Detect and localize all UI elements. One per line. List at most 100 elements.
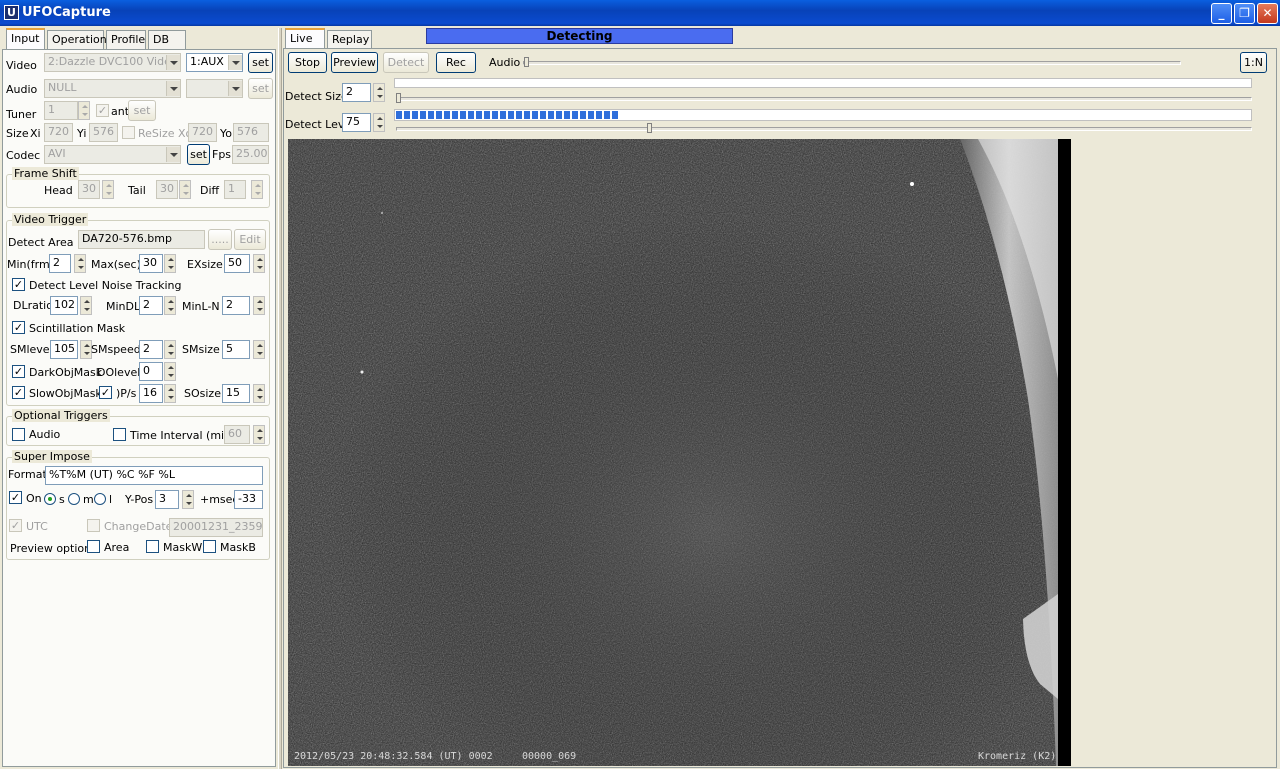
diff-stepper[interactable] [251, 180, 263, 199]
tab-replay[interactable]: Replay [327, 30, 372, 50]
utc-checkbox[interactable]: ✓ [9, 519, 22, 532]
detect-lev-field[interactable]: 75 [342, 113, 371, 132]
sosize-stepper[interactable] [253, 384, 265, 403]
detect-size-field[interactable]: 2 [342, 83, 371, 102]
exsize-stepper[interactable] [253, 254, 265, 273]
audio-trigger-checkbox[interactable] [12, 428, 25, 441]
slowobj-ps-checkbox[interactable]: ✓ [99, 386, 112, 399]
time-interval-checkbox[interactable] [113, 428, 126, 441]
superimpose-on-checkbox[interactable]: ✓ [9, 491, 22, 504]
detect-area-field[interactable]: DA720-576.bmp [78, 230, 205, 249]
video-device-select[interactable]: 2:Dazzle DVC100 Video [44, 53, 181, 72]
max-sec-field[interactable]: 30 [139, 254, 163, 273]
rec-button[interactable]: Rec [436, 52, 476, 73]
xo-field[interactable]: 720 [188, 123, 217, 142]
minln-stepper[interactable] [253, 296, 265, 315]
codec-select[interactable]: AVI [44, 145, 181, 164]
smspeed-field[interactable]: 2 [139, 340, 163, 359]
tab-db[interactable]: DB [148, 30, 186, 50]
diff-field[interactable]: 1 [224, 180, 246, 199]
yi-field[interactable]: 576 [89, 123, 118, 142]
tuner-stepper[interactable] [78, 101, 90, 120]
xi-field[interactable]: 720 [44, 123, 73, 142]
detect-size-slider-thumb[interactable] [396, 93, 401, 103]
fps-field[interactable]: 25.00 [232, 145, 269, 164]
codec-set-button[interactable]: set [187, 144, 210, 165]
slowobj-mask-checkbox[interactable]: ✓ [12, 386, 25, 399]
max-sec-stepper[interactable] [164, 254, 176, 273]
min-frm-stepper[interactable] [74, 254, 86, 273]
ant-checkbox[interactable]: ✓ [96, 104, 109, 117]
chevron-down-icon[interactable] [228, 55, 242, 70]
maskb-checkbox[interactable] [203, 540, 216, 553]
radio-s[interactable] [44, 493, 56, 505]
ps-stepper[interactable] [164, 384, 176, 403]
audio-device-select[interactable]: NULL [44, 79, 181, 98]
tab-live[interactable]: Live [285, 28, 325, 50]
radio-m[interactable] [68, 493, 80, 505]
minln-field[interactable]: 2 [222, 296, 250, 315]
splitter[interactable] [278, 28, 282, 769]
smsize-field[interactable]: 5 [222, 340, 250, 359]
detect-size-stepper[interactable] [373, 83, 385, 102]
detect-lev-slider-thumb[interactable] [647, 123, 652, 133]
exsize-field[interactable]: 50 [224, 254, 250, 273]
audio-set-button[interactable]: set [248, 78, 273, 99]
time-interval-stepper[interactable] [253, 425, 265, 444]
close-icon[interactable]: ✕ [1257, 3, 1278, 24]
dolevel-stepper[interactable] [164, 362, 176, 381]
tab-input[interactable]: Input [6, 28, 45, 50]
mindl-stepper[interactable] [164, 296, 176, 315]
head-field[interactable]: 30 [78, 180, 100, 199]
video-set-button[interactable]: set [248, 52, 273, 73]
resize-checkbox[interactable] [122, 126, 135, 139]
yo-field[interactable]: 576 [233, 123, 269, 142]
chevron-down-icon[interactable] [228, 81, 242, 96]
detect-size-slider-track[interactable] [396, 97, 1252, 101]
time-interval-field[interactable]: 60 [224, 425, 250, 444]
smsize-stepper[interactable] [253, 340, 265, 359]
chevron-down-icon[interactable] [166, 55, 180, 70]
video-preview[interactable]: 2012/05/23 20:48:32.584 (UT) 0002 00000_… [288, 139, 1071, 766]
tuner-field[interactable]: 1 [44, 101, 78, 120]
tuner-set-button[interactable]: set [128, 100, 156, 121]
radio-l[interactable] [94, 493, 106, 505]
chevron-down-icon[interactable] [166, 81, 180, 96]
audio-slider-track[interactable] [523, 61, 1181, 65]
sosize-field[interactable]: 15 [222, 384, 250, 403]
detect-area-browse-button[interactable]: ..... [208, 229, 232, 250]
detect-area-edit-button[interactable]: Edit [234, 229, 266, 250]
smlevel-field[interactable]: 105 [50, 340, 78, 359]
darkobj-mask-checkbox[interactable]: ✓ [12, 365, 25, 378]
chevron-down-icon[interactable] [166, 147, 180, 162]
tail-stepper[interactable] [179, 180, 191, 199]
changedate-field[interactable]: 20001231_23595 [169, 518, 263, 537]
stop-button[interactable]: Stop [288, 52, 327, 73]
maximize-icon[interactable]: ❐ [1234, 3, 1255, 24]
detect-button[interactable]: Detect [383, 52, 429, 73]
detect-lev-slider-track[interactable] [396, 127, 1252, 131]
scintillation-mask-checkbox[interactable]: ✓ [12, 321, 25, 334]
ratio-button[interactable]: 1:N [1240, 52, 1267, 73]
tab-profile[interactable]: Profile [106, 30, 146, 50]
area-checkbox[interactable] [87, 540, 100, 553]
audio-slider-thumb[interactable] [524, 57, 529, 67]
ps-field[interactable]: 16 [139, 384, 163, 403]
ypos-stepper[interactable] [182, 490, 194, 509]
mindl-field[interactable]: 2 [139, 296, 163, 315]
tab-operation[interactable]: Operation [47, 30, 107, 50]
msec-field[interactable]: -33 [234, 490, 263, 509]
head-stepper[interactable] [102, 180, 114, 199]
preview-button[interactable]: Preview [331, 52, 378, 73]
dolevel-field[interactable]: 0 [139, 362, 163, 381]
detect-lev-stepper[interactable] [373, 113, 385, 132]
dlratio-stepper[interactable] [80, 296, 92, 315]
min-frm-field[interactable]: 2 [49, 254, 71, 273]
maskw-checkbox[interactable] [146, 540, 159, 553]
ypos-field[interactable]: 3 [155, 490, 179, 509]
minimize-icon[interactable]: _ [1211, 3, 1232, 24]
tail-field[interactable]: 30 [156, 180, 178, 199]
format-field[interactable]: %T%M (UT) %C %F %L [45, 466, 263, 485]
changedate-checkbox[interactable] [87, 519, 100, 532]
smspeed-stepper[interactable] [164, 340, 176, 359]
